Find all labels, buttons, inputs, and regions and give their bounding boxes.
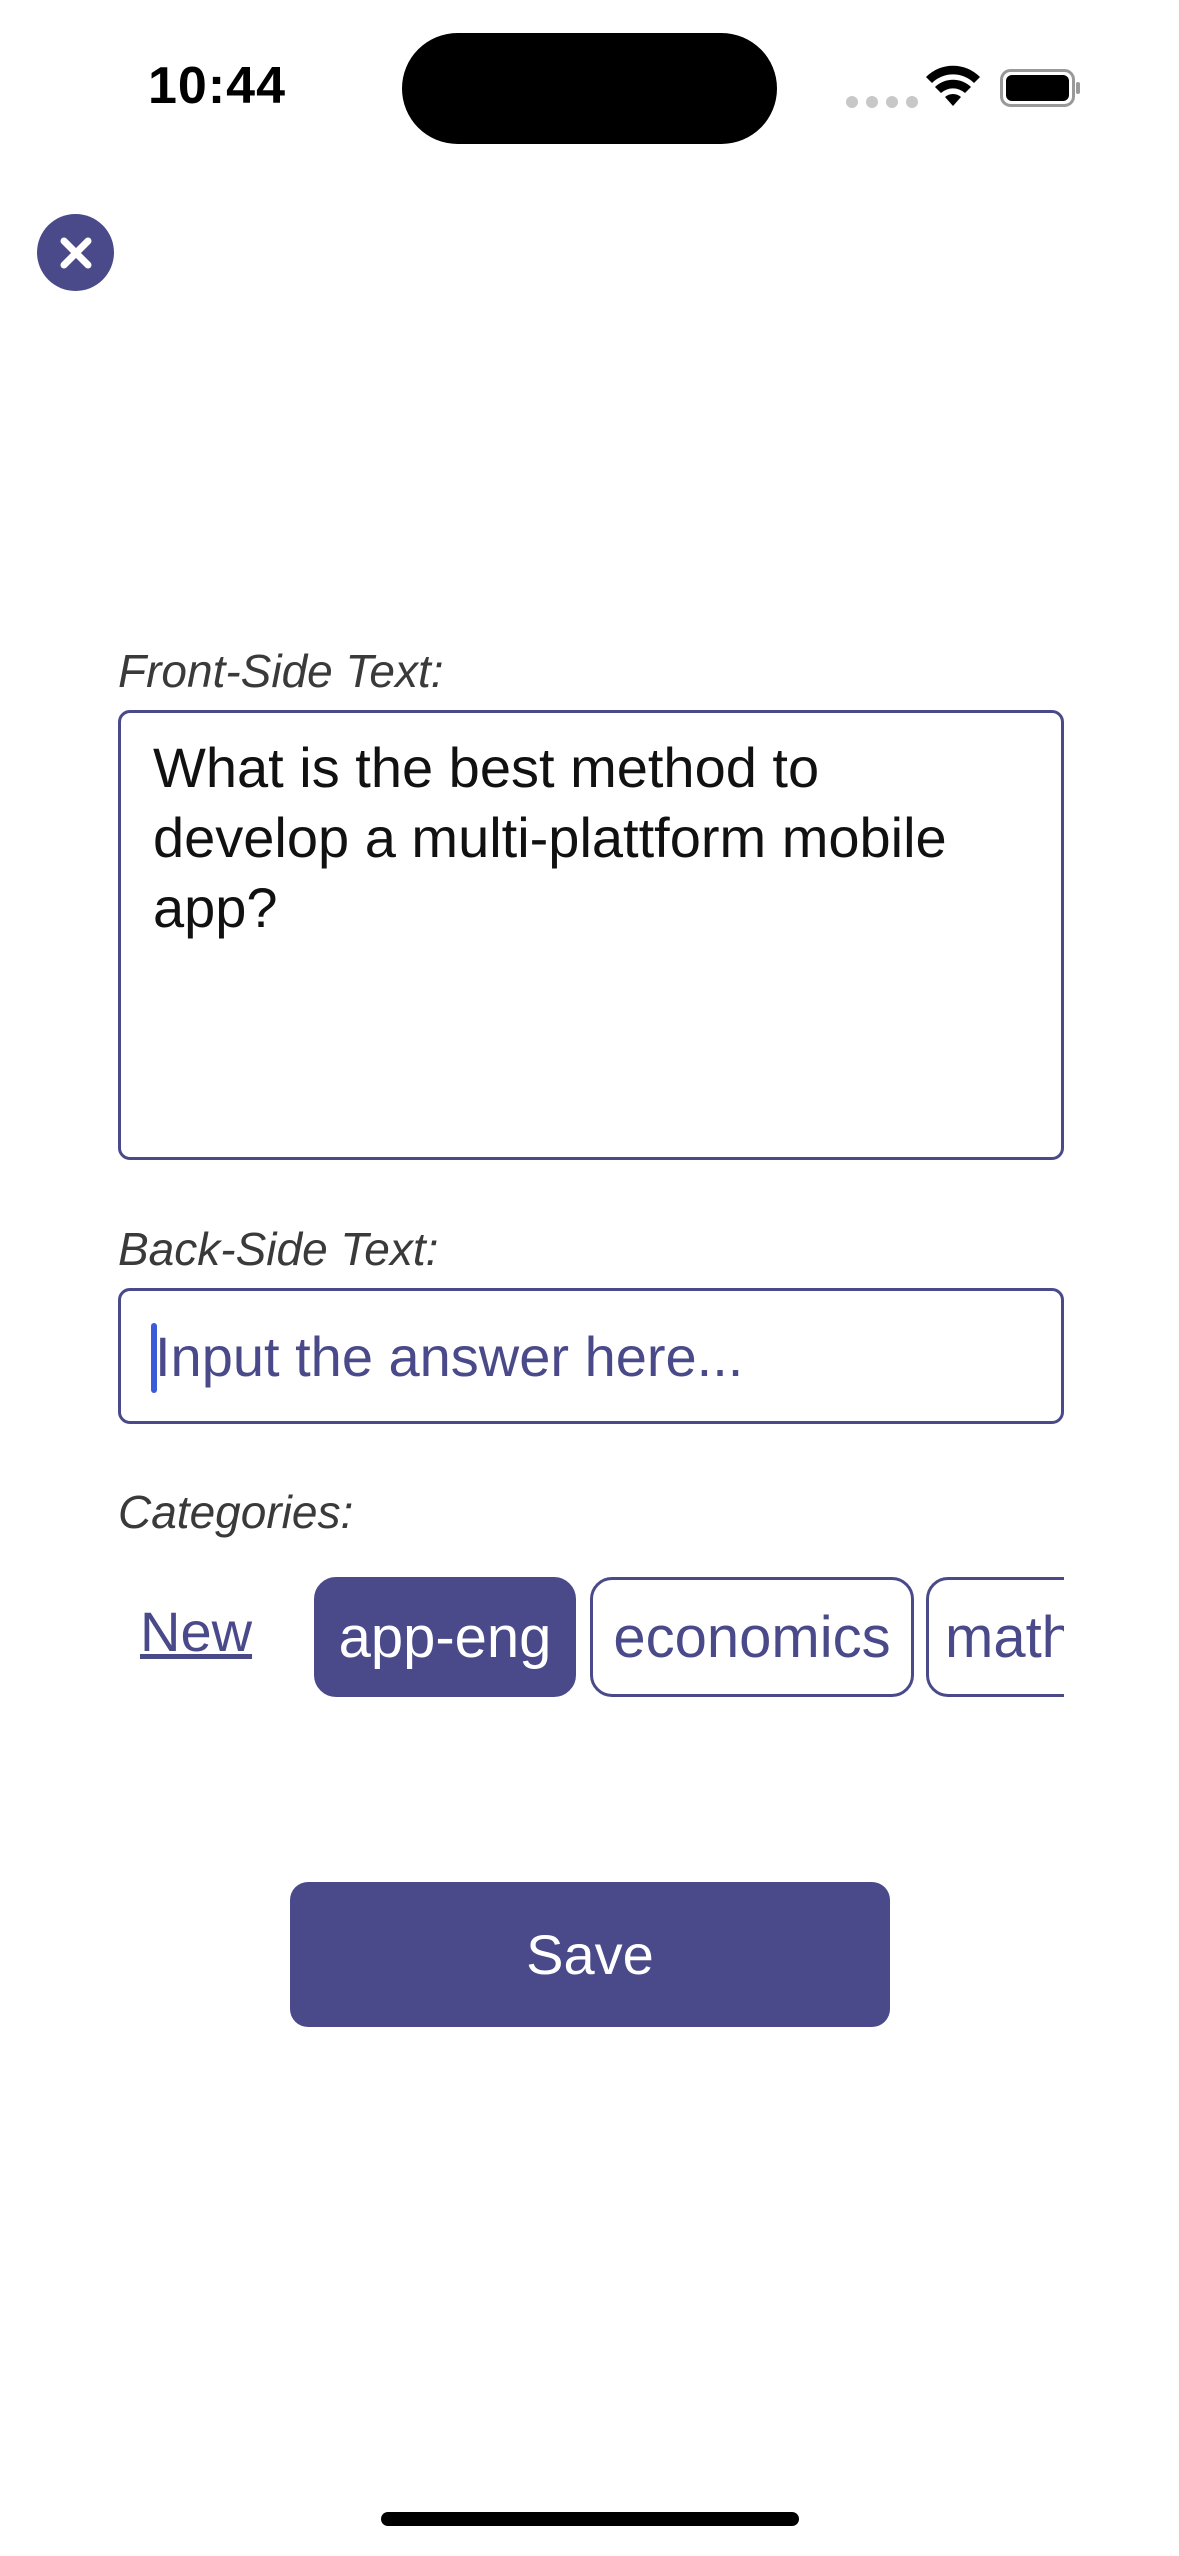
category-chip-math[interactable]: math <box>926 1577 1064 1697</box>
wifi-icon <box>926 65 980 106</box>
back-side-label: Back-Side Text: <box>118 1223 439 1275</box>
back-side-input[interactable] <box>151 1291 1035 1421</box>
save-button-label: Save <box>526 1923 654 1986</box>
save-button[interactable]: Save <box>290 1882 890 2027</box>
category-chip-economics[interactable]: economics <box>590 1577 914 1697</box>
new-category-link[interactable]: New <box>140 1599 252 1664</box>
close-icon <box>60 237 91 268</box>
categories-label: Categories: <box>118 1486 354 1538</box>
front-side-textarea[interactable]: What is the best method to develop a mul… <box>118 710 1064 1160</box>
categories-scroller[interactable]: New app-eng economics math <box>118 1577 1064 1701</box>
status-time: 10:44 <box>148 57 286 115</box>
battery-icon <box>1000 69 1080 107</box>
text-cursor <box>151 1323 157 1393</box>
back-side-input-container[interactable] <box>118 1288 1064 1424</box>
home-indicator[interactable] <box>381 2512 799 2526</box>
cellular-signal-icon <box>846 96 918 108</box>
front-side-label: Front-Side Text: <box>118 645 444 697</box>
dynamic-island <box>402 33 777 144</box>
category-chip-app-eng[interactable]: app-eng <box>314 1577 576 1697</box>
close-button[interactable] <box>37 214 114 291</box>
